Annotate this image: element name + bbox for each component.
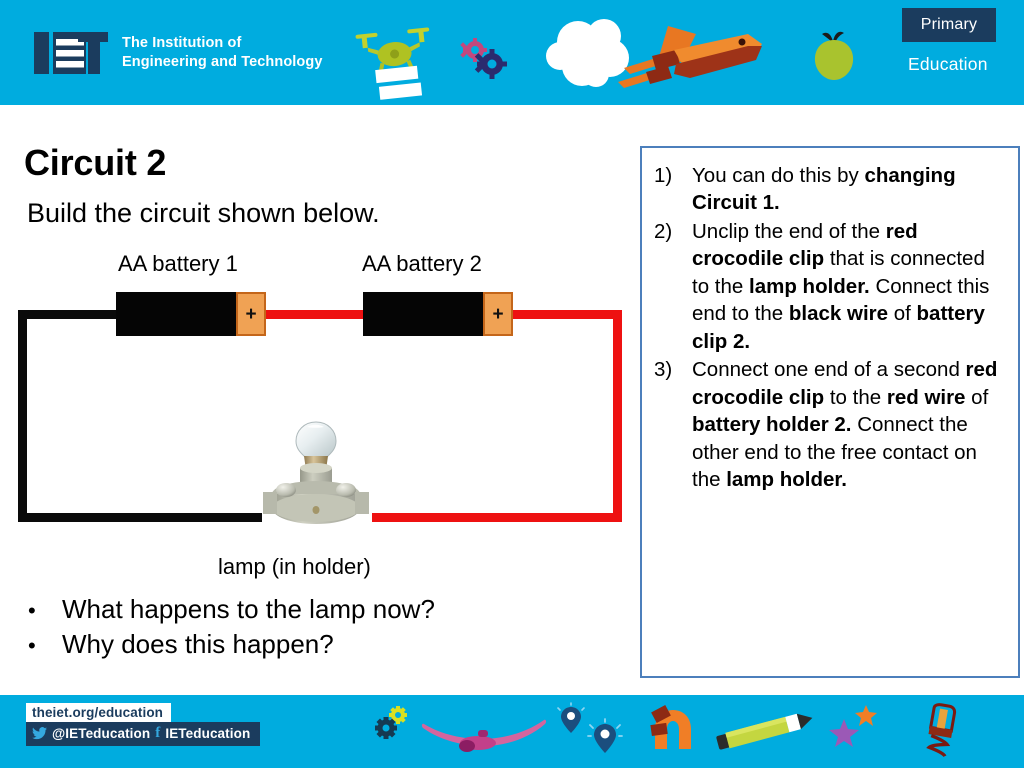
magnet-icon [643,704,695,751]
map-pin-icon [587,718,623,755]
instruction-item: 1) You can do this by changing Circuit 1… [654,162,1006,217]
plane-icon [420,713,550,753]
instruction-number: 3) [654,358,673,382]
instruction-text: Connect one end of a second red crocodil… [692,358,998,492]
instruction-item: 3) Connect one end of a second red croco… [654,356,1006,493]
aa-battery-1: + [116,292,266,336]
black-wire-left-segment [18,310,27,522]
instruction-text: Unclip the end of the red crocodile clip… [692,219,990,353]
instruction-item: 2) Unclip the end of the red crocodile c… [654,218,1006,355]
black-wire-top-segment [18,310,118,319]
instruction-box: 1) You can do this by changing Circuit 1… [640,146,1020,678]
question-item: • What happens to the lamp now? [28,592,628,627]
apple-icon [808,22,860,82]
red-wire-between-batteries [265,310,365,319]
aa-battery-2: + [363,292,513,336]
battery-2-body [363,292,483,336]
circuit-diagram: + + [0,0,640,560]
question-text: Why does this happen? [62,629,334,660]
lamp-in-holder [255,418,377,530]
instruction-text: You can do this by changing Circuit 1. [692,164,956,215]
battery-1-body [116,292,236,336]
gears-icon [372,703,412,743]
lamp-holder-label: lamp (in holder) [218,554,371,579]
question-text: What happens to the lamp now? [62,594,435,624]
facebook-handle[interactable]: IETeducation [165,726,250,741]
footer-url[interactable]: theiet.org/education [26,703,172,722]
map-pin-icon [557,702,585,735]
battery-1-positive-terminal: + [236,292,266,336]
bullet-icon: • [28,598,36,623]
question-item: • Why does this happen? [28,627,628,662]
bullet-icon: • [28,633,36,659]
pencil-icon [712,709,822,751]
red-wire-bottom-segment [372,513,622,522]
red-wire-right-segment [613,310,622,522]
red-wire-top-segment [512,310,622,319]
instruction-number: 1) [654,164,673,187]
twitter-handle[interactable]: @IETeducation [52,726,150,741]
instruction-number: 2) [654,219,673,243]
facebook-icon: f [155,725,161,741]
stars-icon [822,703,884,747]
primary-badge: Primary [902,8,996,42]
lightbulb-icon [916,703,964,759]
education-label: Education [908,54,988,74]
black-wire-bottom-segment [18,513,262,522]
questions-list: • What happens to the lamp now? • Why do… [28,592,628,663]
page-footer: theiet.org/education @IETeducation f IET… [0,695,1024,768]
twitter-icon [32,727,47,740]
footer-social-links: @IETeducation f IETeducation [26,722,261,746]
battery-2-positive-terminal: + [483,292,513,336]
